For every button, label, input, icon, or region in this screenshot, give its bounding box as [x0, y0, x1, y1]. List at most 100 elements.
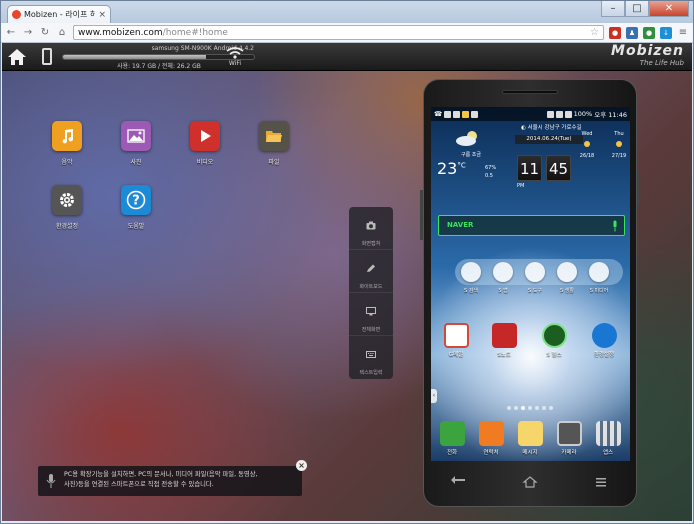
whiteboard-button[interactable]: 화이트보드 [349, 250, 393, 293]
mobizen-topbar: samsung SM-N900K Android 4.4.2 사용: 19.7 … [2, 43, 692, 71]
phone-status-bar: ☎ 100% 오후 11:46 [431, 107, 630, 121]
brand-tagline: The Life Hub [639, 59, 684, 67]
phone-app-gmail[interactable]: G메일 [437, 323, 475, 358]
folder-label: S 앱 [498, 288, 508, 294]
tab-strip: Mobizen - 라이프 허브 S × – □ ✕ [1, 1, 693, 23]
page-dot [514, 406, 518, 410]
precip: 0.5 [485, 173, 493, 179]
photo-icon [121, 121, 151, 151]
forward-arrow-icon[interactable]: → [22, 27, 34, 38]
phone-dock: 전화 연락처 메시지 카메라 앱스 [431, 417, 630, 461]
app-photo[interactable]: 사진 [106, 121, 166, 166]
extension-red-icon[interactable]: ● [609, 26, 621, 39]
dock-phone[interactable]: 전화 [433, 421, 471, 456]
messages-icon [517, 421, 543, 446]
phone-app-snote[interactable]: S노트 [485, 323, 523, 358]
bookmark-star-icon[interactable]: ☆ [590, 27, 599, 38]
sp-label: 화이트보드 [359, 284, 383, 290]
app-label: 환경설정 [55, 223, 79, 230]
app-label: S노트 [497, 352, 511, 358]
wifi-label: WiFi [228, 60, 242, 67]
settings-icon [52, 185, 82, 215]
phone-app-settings[interactable]: 환경설정 [585, 323, 623, 358]
app-video[interactable]: 비디오 [175, 121, 235, 166]
media-folder-icon[interactable] [589, 262, 609, 282]
app-label: 환경설정 [593, 352, 615, 358]
camera-icon [366, 221, 376, 230]
app-music[interactable]: 음악 [37, 121, 97, 166]
call-icon: ☎ [434, 110, 443, 118]
address-bar[interactable]: www.mobizen.com /home#!home ☆ [73, 25, 604, 40]
browser-window: Mobizen - 라이프 허브 S × – □ ✕ ← → ↻ ⌂ www.m… [0, 0, 694, 524]
life-folder-icon[interactable] [557, 262, 577, 282]
tools-folder-icon[interactable] [525, 262, 545, 282]
fullscreen-button[interactable]: 전체화면 [349, 293, 393, 336]
tab-close-icon[interactable]: × [98, 10, 106, 20]
tab-title: Mobizen - 라이프 허브 S [24, 10, 96, 19]
app-label: 비디오 [196, 159, 214, 166]
url-domain: www.mobizen.com [78, 27, 163, 38]
microphone-icon[interactable] [612, 220, 618, 232]
tip-line-1: PC용 확장기능을 설치하면, PC의 문서나, 미디어 파일(음악 파일, 동… [64, 471, 258, 478]
back-arrow-icon[interactable]: ← [5, 27, 17, 38]
maximize-button[interactable]: □ [625, 1, 649, 17]
flip-clock: 11 45 [517, 155, 571, 181]
cloud-moon-icon [456, 131, 477, 146]
page-left-arrow-icon[interactable]: ‹ [431, 389, 437, 403]
home-icon[interactable]: ⌂ [56, 27, 68, 38]
app-label: 연락처 [483, 450, 499, 456]
dock-contacts[interactable]: 연락처 [472, 421, 510, 456]
camera-icon [556, 421, 582, 446]
text-input-button[interactable]: 텍스트입력 [349, 336, 393, 379]
brand: Mobizen The Life Hub [611, 43, 684, 68]
home-icon[interactable] [7, 48, 27, 66]
app-label: 메시지 [522, 450, 538, 456]
wifi-icon [226, 47, 244, 59]
reload-icon[interactable]: ↻ [39, 27, 51, 38]
help-icon: ? [121, 185, 151, 215]
window-controls: – □ ✕ [601, 1, 689, 17]
app-label: 도움말 [127, 223, 145, 230]
menu-icon[interactable]: ≡ [677, 27, 689, 38]
forecast-temp: 26/18 [579, 153, 595, 159]
humidity: 67% [485, 165, 497, 171]
video-icon [190, 121, 220, 151]
sun-icon [584, 141, 590, 147]
mobizen-favicon-icon [12, 10, 21, 19]
dock-messages[interactable]: 메시지 [511, 421, 549, 456]
app-file[interactable]: 파일 [244, 121, 304, 166]
pencil-icon [367, 264, 375, 272]
screen-capture-button[interactable]: 화면캡쳐 [349, 207, 393, 250]
snote-icon [491, 323, 517, 348]
menu-icon[interactable] [591, 475, 611, 489]
dock-camera[interactable]: 카메라 [550, 421, 588, 456]
app-label: 전화 [446, 450, 458, 456]
search-folder-icon[interactable] [461, 262, 481, 282]
extension-person-icon[interactable]: ♟ [626, 26, 638, 39]
storage-bar-fill [63, 55, 207, 59]
tip-text: PC용 확장기능을 설치하면, PC의 문서나, 미디어 파일(음악 파일, 동… [64, 470, 296, 490]
tip-close-button[interactable]: × [296, 460, 307, 471]
power-key[interactable] [637, 172, 640, 206]
phone-screen[interactable]: ☎ 100% 오후 11:46 구름 조금 23°C 67% 0.5 ◐ 서울시… [431, 107, 630, 461]
app-help[interactable]: ? 도움말 [106, 185, 166, 230]
tab-mobizen[interactable]: Mobizen - 라이프 허브 S × [7, 5, 111, 23]
home-icon[interactable] [520, 475, 540, 489]
minimize-button[interactable]: – [601, 1, 625, 17]
forecast: Wed Thu 26/18 27/19 [579, 131, 627, 159]
extension-green-icon[interactable]: ● [643, 26, 655, 39]
back-icon[interactable] [449, 475, 469, 489]
notification-icon [471, 110, 479, 118]
extension-download-icon[interactable]: ↓ [660, 26, 672, 39]
apps-folder-icon[interactable] [493, 262, 513, 282]
phone-app-shealth[interactable]: S 헬스 [535, 323, 573, 358]
close-window-button[interactable]: ✕ [649, 1, 689, 17]
app-settings[interactable]: 환경설정 [37, 185, 97, 230]
volume-key[interactable] [420, 190, 423, 240]
naver-search-bar[interactable]: NAVER [438, 215, 625, 236]
clock-hour: 11 [517, 155, 542, 181]
app-label: S 헬스 [546, 352, 562, 358]
dock-apps[interactable]: 앱스 [589, 421, 627, 456]
sun-icon [616, 141, 622, 147]
page-dot [528, 406, 532, 410]
